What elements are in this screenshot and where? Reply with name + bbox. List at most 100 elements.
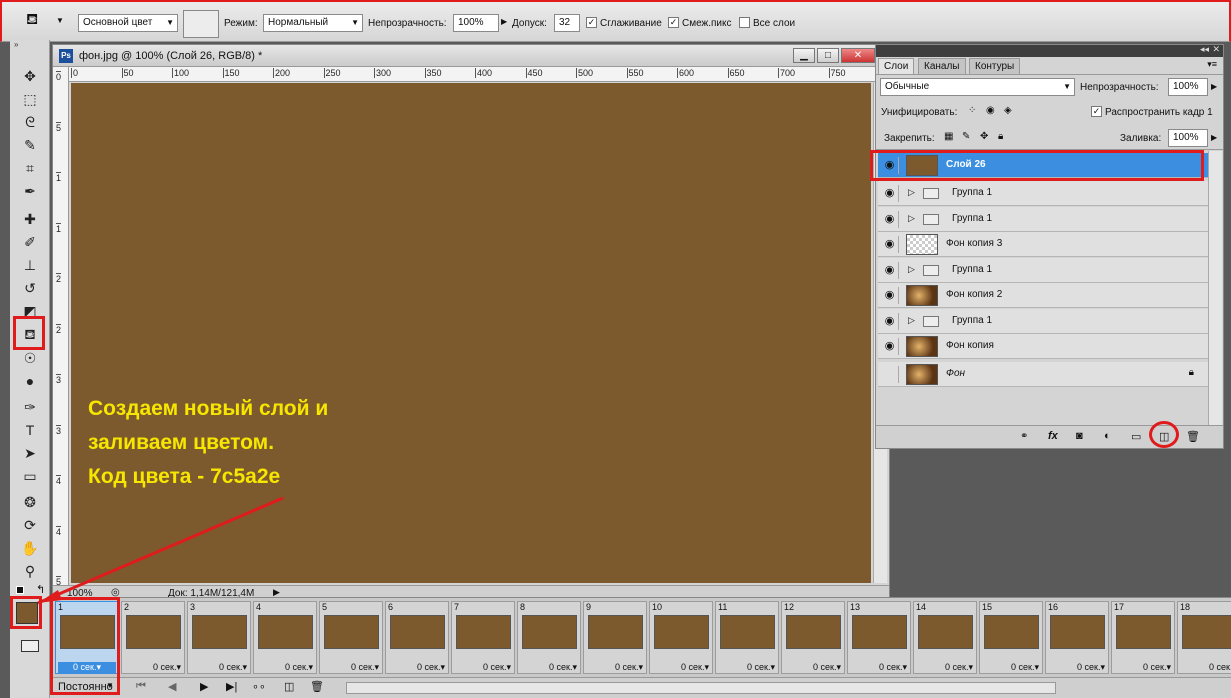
unify-style-icon[interactable]: ◈ [1004,105,1012,116]
opacity-input[interactable]: 100% [453,14,499,32]
play-icon[interactable]: ▶ [200,680,208,693]
panel-menu-icon[interactable]: ▾≡ [1207,59,1217,70]
lock-transparency-icon[interactable]: ▦ [944,131,953,142]
group-expand-icon[interactable]: ▷ [908,264,915,275]
frame-delay[interactable]: 0 сек.▾ [945,662,973,673]
lasso-tool-icon[interactable]: ᘓ [18,112,42,132]
layer-list-scrollbar[interactable] [1208,151,1222,426]
layer-row[interactable]: ◉ ▷ Группа 1 [878,181,1208,206]
eyedropper-tool-icon[interactable]: ✒ [18,181,42,201]
animation-frame[interactable]: 4 0 сек.▾ [253,601,317,674]
marquee-tool-icon[interactable]: ⬚ [18,89,42,109]
move-tool-icon[interactable]: ✥ [18,66,42,86]
tab-paths[interactable]: Контуры [969,58,1021,74]
prev-frame-icon[interactable]: ◀ [168,680,176,693]
visibility-eye-icon[interactable]: ◉ [881,236,899,253]
animation-frame[interactable]: 5 0 сек.▾ [319,601,383,674]
animation-frame[interactable]: 17 0 сек.▾ [1111,601,1175,674]
healing-tool-icon[interactable]: ✚ [18,209,42,229]
tween-icon[interactable]: ∘∘ [252,680,266,693]
frame-delay[interactable]: 0 сек.▾ [153,662,181,673]
trash-icon[interactable]: 🗑︎ [1186,430,1200,443]
frame-delay[interactable]: 0 сек.▾ [351,662,379,673]
layer-row[interactable]: ◉ Фон копия [878,334,1208,359]
3d-rotate-tool-icon[interactable]: ❂ [18,492,42,512]
link-icon[interactable]: ⚭ [1020,431,1028,442]
stamp-tool-icon[interactable]: ⊥ [18,255,42,275]
animation-frame[interactable]: 3 0 сек.▾ [187,601,251,674]
all-layers-checkbox[interactable] [739,17,750,28]
frame-delay[interactable]: 0 сек.▾ [747,662,775,673]
blend-mode-select[interactable]: Обычные ▼ [880,78,1075,96]
quick-select-tool-icon[interactable]: ✎ [18,135,42,155]
crop-tool-icon[interactable]: ⌗ [18,158,42,178]
tolerance-input[interactable]: 32 [554,14,580,32]
layer-row[interactable]: ◉ ▷ Группа 1 [878,258,1208,283]
pen-tool-icon[interactable]: ✑ [18,397,42,417]
collapse-icon[interactable]: » [14,40,18,49]
frame-delay[interactable]: 0 сек.▾ [681,662,709,673]
visibility-eye-icon[interactable]: ◉ [881,211,899,228]
swap-colors-icon[interactable]: ↰ [36,583,45,596]
timeline-scrollbar[interactable] [346,682,1056,694]
fx-icon[interactable]: fx [1048,430,1058,442]
fill-input[interactable]: 100% [1168,129,1208,147]
contiguous-checkbox[interactable]: ✓ [668,17,679,28]
animation-frame[interactable]: 18 0 сек.▾ [1177,601,1231,674]
tool-preset-dropdown-icon[interactable]: ▼ [56,16,64,25]
frame-delay[interactable]: 0 сек.▾ [417,662,445,673]
frame-delay[interactable]: 0 сек.▾ [813,662,841,673]
default-colors-icon[interactable] [16,586,24,594]
fill-slider-icon[interactable]: ▶ [1211,133,1217,142]
animation-frame[interactable]: 12 0 сек.▾ [781,601,845,674]
tab-layers[interactable]: Слои [878,58,915,74]
group-expand-icon[interactable]: ▷ [908,315,915,326]
quick-mask-icon[interactable] [21,640,39,652]
layer-row[interactable]: ◉ ▷ Группа 1 [878,207,1208,232]
group-expand-icon[interactable]: ▷ [908,187,915,198]
unify-visibility-icon[interactable]: ◉ [986,105,995,116]
frame-delay[interactable]: 0 сек.▾ [615,662,643,673]
antialias-checkbox[interactable]: ✓ [586,17,597,28]
maximize-button[interactable]: □ [817,48,839,63]
layer-row[interactable]: ◉ Фон копия 2 [878,283,1208,308]
animation-frame[interactable]: 13 0 сек.▾ [847,601,911,674]
mask-icon[interactable]: ◙ [1076,430,1083,442]
layer-row[interactable]: Фон 🔒︎ [878,362,1208,387]
layer-row[interactable]: ◉ ▷ Группа 1 [878,309,1208,334]
opacity-dropdown-icon[interactable]: ▶ [501,17,507,26]
panel-close-icon[interactable]: ✕ [1212,44,1220,55]
visibility-eye-icon[interactable]: ◉ [881,262,899,279]
frame-delay[interactable]: 0 сек.▾ [1011,662,1039,673]
visibility-eye-icon[interactable]: ◉ [881,185,899,202]
layer-opacity-slider-icon[interactable]: ▶ [1211,82,1217,91]
group-icon[interactable]: ▭ [1131,430,1141,443]
unify-position-icon[interactable]: ⁘ [968,105,976,116]
zoom-tool-icon[interactable]: ⚲ [18,561,42,581]
propagate-frame-checkbox[interactable]: ✓ [1091,106,1102,117]
animation-frame[interactable]: 10 0 сек.▾ [649,601,713,674]
duplicate-frame-icon[interactable]: ◫ [284,680,294,693]
panel-collapse-icon[interactable]: ◂◂ [1200,44,1209,55]
visibility-eye-icon[interactable]: ◉ [881,313,899,330]
pattern-picker[interactable] [183,10,219,38]
canvas-fill[interactable] [71,83,871,583]
layer-opacity-input[interactable]: 100% [1168,78,1208,96]
lock-position-icon[interactable]: ✥ [980,131,988,142]
animation-frame[interactable]: 2 0 сек.▾ [121,601,185,674]
frame-delay[interactable]: 0 сек.▾ [483,662,511,673]
3d-orbit-tool-icon[interactable]: ⟳ [18,515,42,535]
animation-frame[interactable]: 16 0 сек.▾ [1045,601,1109,674]
paint-bucket-icon[interactable]: ⛾ [26,11,38,30]
layer-row[interactable]: ◉ Фон копия 3 [878,232,1208,257]
brush-tool-icon[interactable]: ✐ [18,232,42,252]
zoom-magnifier-icon[interactable]: ● [18,371,42,391]
visibility-eye-icon[interactable]: ◉ [881,287,899,304]
tab-channels[interactable]: Каналы [918,58,966,74]
animation-frame[interactable]: 6 0 сек.▾ [385,601,449,674]
path-select-tool-icon[interactable]: ➤ [18,443,42,463]
close-button[interactable]: ✕ [841,48,875,63]
frame-delay[interactable]: 0 сек.▾ [1077,662,1105,673]
panel-header[interactable]: ◂◂ ✕ [876,44,1223,57]
frame-delay[interactable]: 0 сек.▾ [1209,662,1231,673]
